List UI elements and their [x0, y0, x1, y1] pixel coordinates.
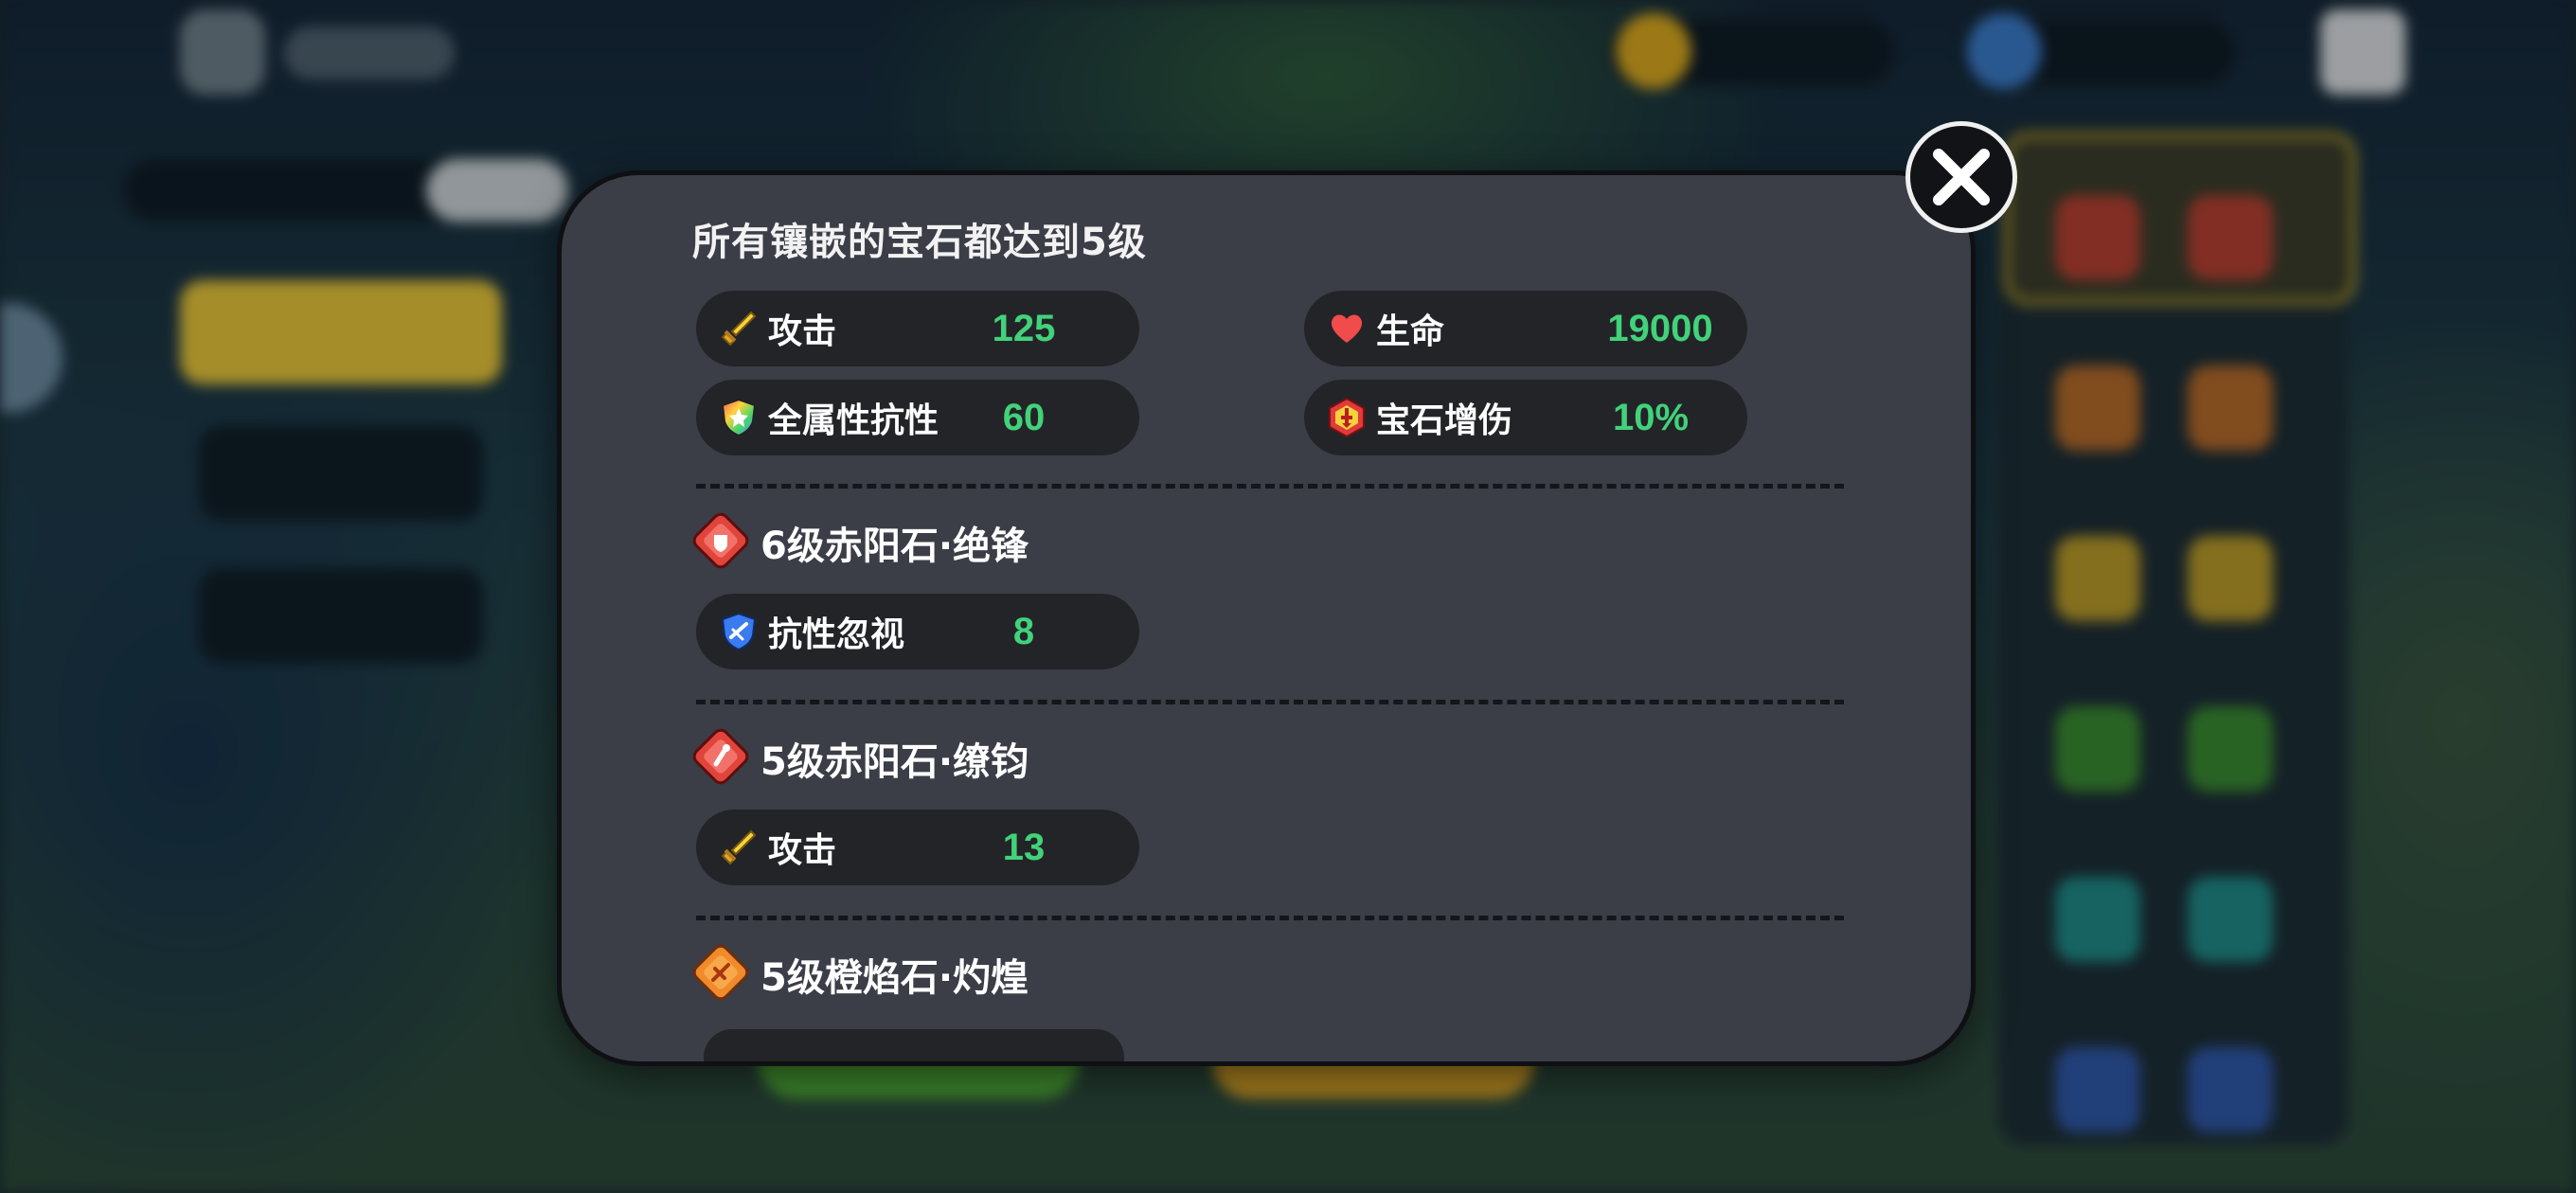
stat-value: 8 — [1012, 610, 1035, 652]
stat-label: 全属性抗性 — [768, 401, 939, 440]
gem-name: 6级赤阳石·绝锋 — [760, 525, 1029, 568]
rainbow-shield-icon — [717, 396, 760, 439]
section-divider — [696, 700, 1844, 704]
gem-set-bonus-dialog: 所有镶嵌的宝石都达到5级 攻击 125 生命 19000 全属性抗性 60 宝石… — [557, 170, 1976, 1066]
stat-resistance-ignore: 抗性忽视 8 — [696, 594, 1139, 669]
stat-health: 生命 19000 — [1304, 291, 1747, 366]
stat-label: 抗性忽视 — [768, 615, 905, 654]
stat-row-partial — [704, 1029, 1124, 1061]
stat-value: 10% — [1612, 396, 1690, 438]
stat-gem-damage: 宝石增伤 10% — [1304, 380, 1747, 455]
heart-icon — [1325, 307, 1368, 350]
gem-name: 5级赤阳石·缭钧 — [760, 740, 1029, 784]
red-gem-icon — [687, 722, 755, 794]
gem-name: 5级橙焰石·灼煌 — [760, 956, 1029, 1000]
stat-value: 13 — [1002, 826, 1046, 868]
stat-label: 攻击 — [768, 831, 837, 870]
gem-entry-3: 5级橙焰石·灼煌 — [687, 938, 1029, 1010]
close-button[interactable] — [1905, 121, 2017, 233]
sword-icon — [717, 826, 760, 869]
stat-value: 19000 — [1607, 307, 1713, 349]
section-divider — [696, 916, 1844, 920]
stat-value: 125 — [992, 307, 1056, 349]
stat-value: 60 — [1002, 396, 1046, 438]
section-divider — [696, 484, 1844, 489]
stat-label: 攻击 — [768, 312, 837, 351]
dialog-title: 所有镶嵌的宝石都达到5级 — [692, 221, 1147, 264]
stat-label: 生命 — [1376, 312, 1445, 351]
gem-entry-1: 6级赤阳石·绝锋 — [687, 507, 1029, 579]
sword-icon — [717, 307, 760, 350]
stat-attack: 攻击 13 — [696, 810, 1139, 885]
red-gem-icon — [687, 507, 755, 579]
stat-all-resistance: 全属性抗性 60 — [696, 380, 1139, 455]
gem-entry-2: 5级赤阳石·缭钧 — [687, 722, 1029, 794]
stat-attack: 攻击 125 — [696, 291, 1139, 366]
gem-damage-icon — [1325, 396, 1368, 439]
blue-shield-icon — [717, 610, 760, 653]
stat-label: 宝石增伤 — [1376, 401, 1513, 440]
orange-gem-icon — [687, 938, 755, 1010]
close-icon — [1933, 149, 1990, 205]
